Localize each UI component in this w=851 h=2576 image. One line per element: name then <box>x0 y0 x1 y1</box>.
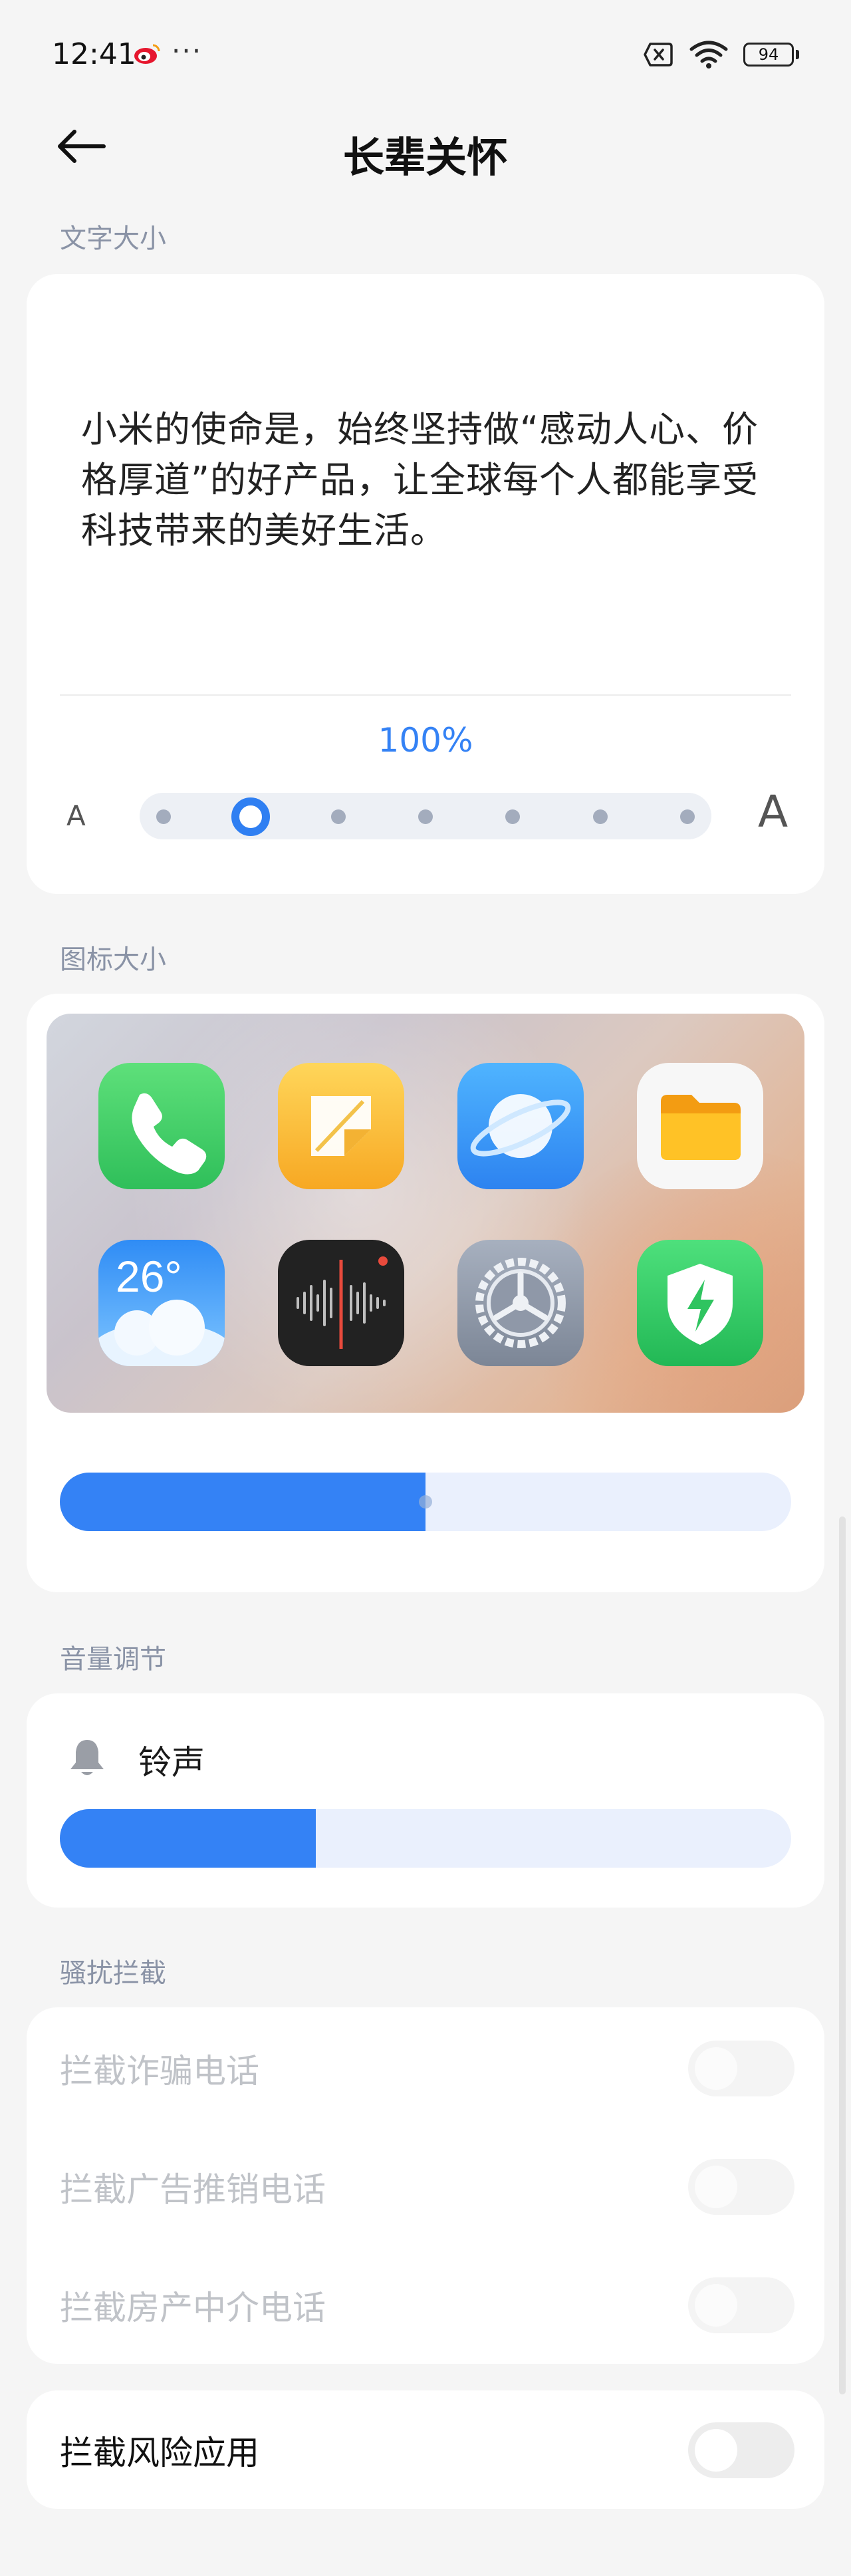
ringtone-volume-slider[interactable] <box>60 1809 791 1868</box>
folder-icon[interactable] <box>637 1063 763 1189</box>
block-ad-calls-row[interactable]: 拦截广告推销电话 <box>27 2127 824 2245</box>
section-label-harassment: 骚扰拦截 <box>60 1958 166 1989</box>
block-realestate-calls-label: 拦截房产中介电话 <box>60 2289 326 2327</box>
harassment-card: 拦截诈骗电话 拦截广告推销电话 拦截房产中介电话 <box>27 2007 824 2364</box>
icon-preview-wallpaper: 26° <box>47 1014 804 1413</box>
text-size-step-selected[interactable] <box>231 797 271 836</box>
divider <box>60 694 791 696</box>
text-size-card: 小米的使命是，始终坚持做“感动人心、价格厚道”的好产品，让全球每个人都能享受科技… <box>27 274 824 894</box>
status-bar: 12:41 ··· 94 <box>0 0 851 113</box>
block-ad-calls-toggle[interactable] <box>688 2159 794 2215</box>
block-risk-apps-toggle[interactable] <box>688 2422 794 2478</box>
scrollbar[interactable] <box>839 1516 846 2394</box>
recorder-icon[interactable] <box>278 1240 404 1366</box>
text-size-percent: 100% <box>378 721 473 760</box>
small-a-label: A <box>66 799 86 832</box>
page-title: 长辈关怀 <box>342 133 508 182</box>
ringtone-volume-fill <box>60 1809 316 1868</box>
weather-icon[interactable]: 26° <box>98 1240 225 1366</box>
settings-icon[interactable] <box>457 1240 584 1366</box>
sim-off-icon <box>644 43 673 67</box>
ringtone-label: 铃声 <box>138 1743 205 1782</box>
weibo-icon <box>134 44 160 64</box>
section-label-icon-size: 图标大小 <box>60 944 166 975</box>
block-risk-apps-row[interactable]: 拦截风险应用 <box>27 2390 824 2509</box>
notes-icon[interactable] <box>278 1063 404 1189</box>
weather-temp: 26° <box>116 1252 182 1301</box>
battery-level: 94 <box>758 45 779 64</box>
more-notifications-icon: ··· <box>172 35 203 67</box>
text-size-step[interactable] <box>505 809 521 824</box>
security-icon[interactable] <box>637 1240 763 1366</box>
block-realestate-calls-toggle[interactable] <box>688 2277 794 2333</box>
icon-size-slider-fill <box>60 1473 426 1531</box>
battery-icon: 94 <box>743 41 799 68</box>
block-fraud-calls-toggle[interactable] <box>688 2041 794 2096</box>
browser-icon[interactable] <box>457 1063 584 1189</box>
status-time: 12:41 <box>52 37 136 71</box>
risk-apps-card: 拦截风险应用 <box>27 2390 824 2509</box>
block-ad-calls-label: 拦截广告推销电话 <box>60 2170 326 2209</box>
text-size-stepper[interactable] <box>140 793 711 839</box>
wifi-icon <box>689 41 728 69</box>
text-size-step[interactable] <box>680 809 695 824</box>
block-risk-apps-label: 拦截风险应用 <box>60 2434 259 2472</box>
icon-size-slider-thumb[interactable] <box>419 1495 432 1508</box>
text-size-step[interactable] <box>156 809 171 824</box>
top-bar: 长辈关怀 <box>0 113 851 182</box>
block-fraud-calls-row[interactable]: 拦截诈骗电话 <box>27 2009 824 2127</box>
icon-size-card: 26° <box>27 994 824 1592</box>
volume-card: 铃声 <box>27 1693 824 1908</box>
text-size-step[interactable] <box>330 809 346 824</box>
bell-icon <box>70 1740 104 1775</box>
text-size-step[interactable] <box>418 809 433 824</box>
text-size-step[interactable] <box>592 809 608 824</box>
icon-size-slider[interactable] <box>60 1473 791 1531</box>
section-label-volume: 音量调节 <box>60 1644 166 1675</box>
phone-icon[interactable] <box>98 1063 225 1189</box>
block-fraud-calls-label: 拦截诈骗电话 <box>60 2052 259 2090</box>
sample-text-preview: 小米的使命是，始终坚持做“感动人心、价格厚道”的好产品，让全球每个人都能享受科技… <box>81 408 759 551</box>
section-label-text-size: 文字大小 <box>60 223 166 254</box>
large-a-label: A <box>758 786 789 837</box>
block-realestate-calls-row[interactable]: 拦截房产中介电话 <box>27 2245 824 2364</box>
